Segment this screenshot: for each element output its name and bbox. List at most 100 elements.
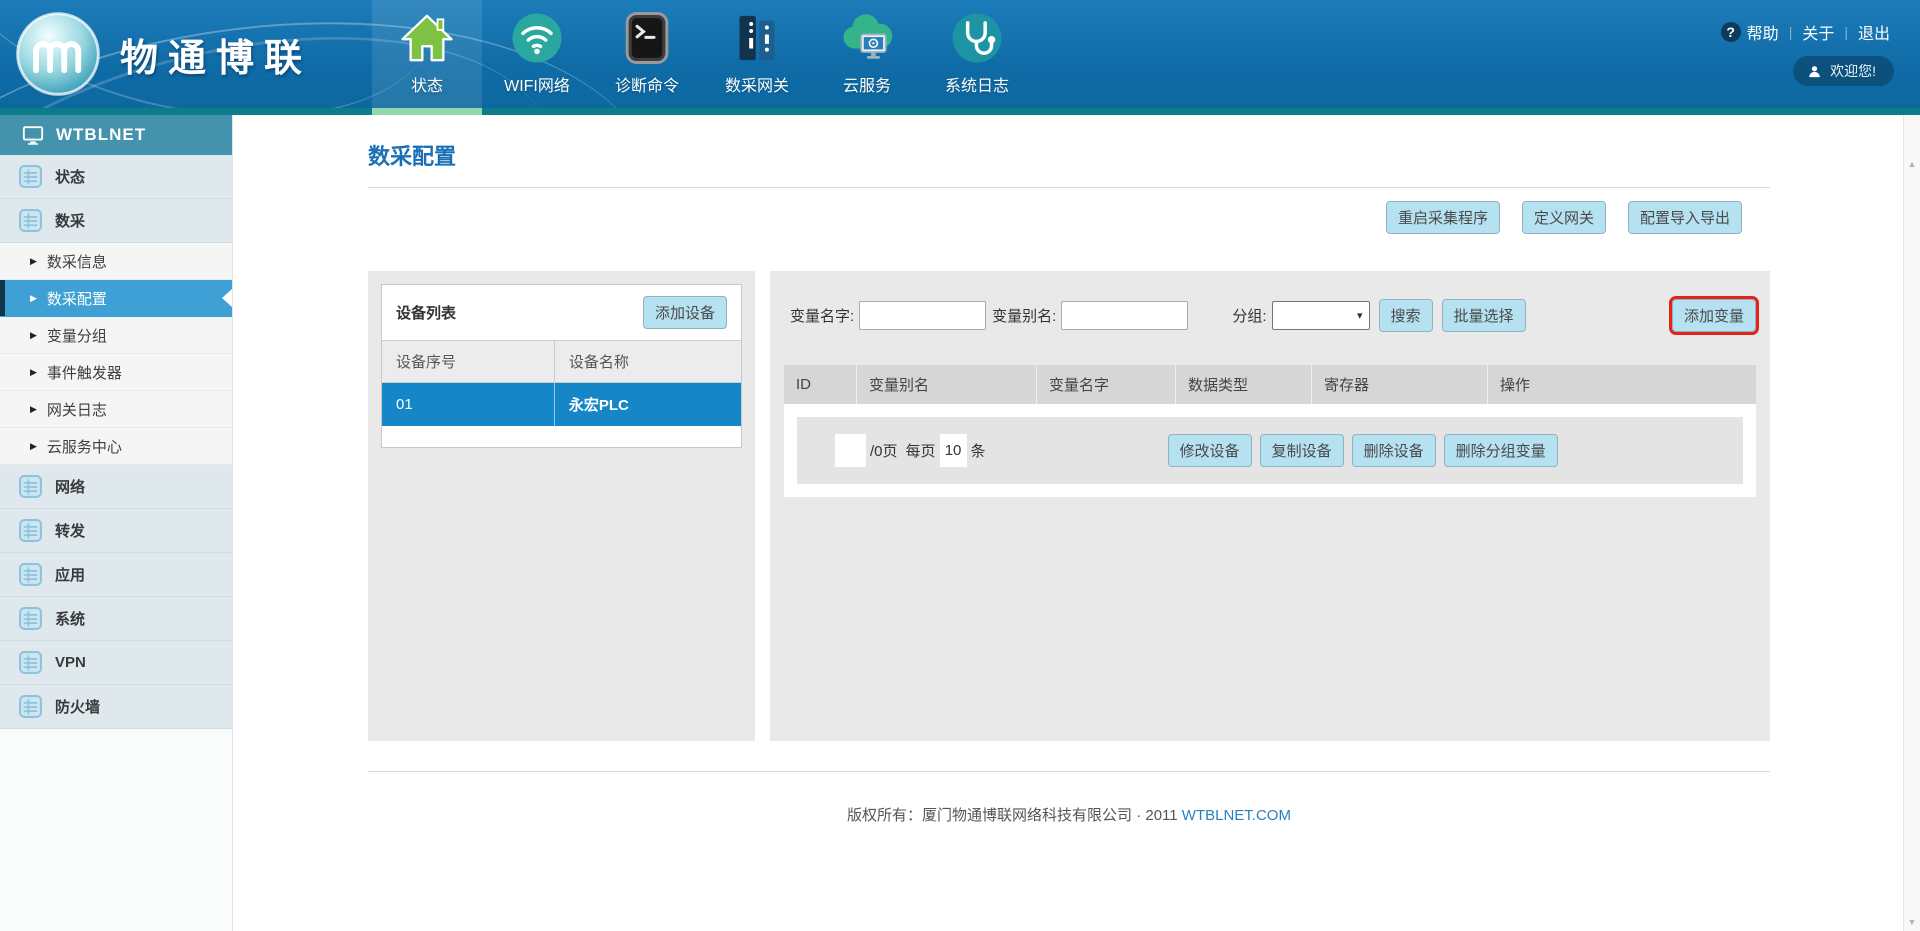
sidebar-item-firewall[interactable]: 防火墙 bbox=[0, 685, 232, 729]
variable-alias-input[interactable] bbox=[1061, 301, 1188, 330]
sidebar-item-label: 网络 bbox=[55, 476, 85, 497]
sidebar-item-cloud-center[interactable]: ▶ 云服务中心 bbox=[0, 428, 232, 465]
sidebar-item-status[interactable]: 状态 bbox=[0, 155, 232, 199]
caret-icon: ▶ bbox=[30, 441, 37, 452]
sidebar-item-label: 数采信息 bbox=[47, 251, 107, 272]
sidebar-item-forwarding[interactable]: 转发 bbox=[0, 509, 232, 553]
sidebar-item-gateway-log[interactable]: ▶ 网关日志 bbox=[0, 391, 232, 428]
sidebar-item-label: 状态 bbox=[55, 166, 85, 187]
logout-link[interactable]: 退出 bbox=[1858, 20, 1890, 44]
toolbar: 重启采集程序 定义网关 配置导入导出 bbox=[368, 201, 1770, 234]
config-import-export-button[interactable]: 配置导入导出 bbox=[1628, 201, 1742, 234]
footer-divider bbox=[368, 771, 1770, 772]
device-name-cell: 永宏PLC bbox=[554, 383, 741, 427]
group-select[interactable]: ▾ bbox=[1272, 301, 1370, 330]
footer: 版权所有：厦门物通博联网络科技有限公司 · 2011 WTBLNET.COM bbox=[368, 804, 1770, 825]
nav-label: 数采网关 bbox=[725, 72, 789, 96]
delete-device-button[interactable]: 删除设备 bbox=[1352, 434, 1436, 467]
cloud-icon bbox=[839, 10, 895, 66]
copyright-text: 版权所有：厦门物通博联网络科技有限公司 · 2011 bbox=[847, 807, 1178, 824]
delete-group-variables-button[interactable]: 删除分组变量 bbox=[1444, 434, 1558, 467]
copy-device-button[interactable]: 复制设备 bbox=[1260, 434, 1344, 467]
about-link[interactable]: 关于 bbox=[1802, 20, 1834, 44]
col-datatype: 数据类型 bbox=[1175, 365, 1311, 404]
add-device-button[interactable]: 添加设备 bbox=[643, 296, 727, 329]
welcome-text: 欢迎您! bbox=[1830, 61, 1876, 81]
link-separator: | bbox=[1789, 24, 1793, 40]
sidebar-item-system[interactable]: 系统 bbox=[0, 597, 232, 641]
gateway-icon bbox=[729, 10, 785, 66]
question-icon: ? bbox=[1721, 22, 1741, 42]
divider bbox=[368, 187, 1770, 188]
logo-mark-icon bbox=[14, 10, 102, 98]
page-number-input[interactable] bbox=[835, 434, 866, 467]
brand-name: 物通博联 bbox=[120, 27, 312, 82]
device-table-row[interactable]: 01 永宏PLC bbox=[382, 383, 741, 427]
terminal-icon bbox=[619, 10, 675, 66]
wtblnet-link[interactable]: WTBLNET.COM bbox=[1182, 807, 1291, 824]
sidebar-item-application[interactable]: 应用 bbox=[0, 553, 232, 597]
sidebar-item-data-info[interactable]: ▶ 数采信息 bbox=[0, 243, 232, 280]
sidebar-item-label: 应用 bbox=[55, 564, 85, 585]
grid-icon bbox=[18, 518, 43, 543]
variables-table-body: /0页 每页 条 修改设备 复制设备 删除设备 删除分组变量 bbox=[784, 404, 1756, 497]
nav-item-status[interactable]: 状态 bbox=[372, 0, 482, 108]
sidebar-item-label: 数采配置 bbox=[47, 288, 107, 309]
help-link[interactable]: 帮助 bbox=[1747, 20, 1779, 44]
sidebar-item-variable-groups[interactable]: ▶ 变量分组 bbox=[0, 317, 232, 354]
search-button[interactable]: 搜索 bbox=[1379, 299, 1433, 332]
sidebar-title: WTBLNET bbox=[0, 115, 232, 155]
filter-bar: 变量名字: 变量别名: 分组: ▾ 搜索 批量选择 添加变量 bbox=[784, 299, 1756, 332]
vertical-scrollbar[interactable]: ▲ ▼ bbox=[1903, 115, 1920, 931]
sidebar-item-label: 网关日志 bbox=[47, 399, 107, 420]
app-header: 物通博联 状态 WIFI网络 bbox=[0, 0, 1920, 115]
caret-icon: ▶ bbox=[30, 256, 37, 267]
nav-item-diagnostic-command[interactable]: 诊断命令 bbox=[592, 0, 702, 108]
restart-collector-button[interactable]: 重启采集程序 bbox=[1386, 201, 1500, 234]
sidebar-item-label: 事件触发器 bbox=[47, 362, 122, 383]
grid-icon bbox=[18, 606, 43, 631]
grid-icon bbox=[18, 562, 43, 587]
page-title: 数采配置 bbox=[368, 139, 1770, 171]
nav-item-wifi-network[interactable]: WIFI网络 bbox=[482, 0, 592, 108]
device-table: 设备序号 设备名称 01 永宏PLC bbox=[382, 340, 741, 426]
nav-label: 系统日志 bbox=[945, 72, 1009, 96]
sidebar-item-event-trigger[interactable]: ▶ 事件触发器 bbox=[0, 354, 232, 391]
nav-item-cloud-service[interactable]: 云服务 bbox=[812, 0, 922, 108]
scroll-down-arrow[interactable]: ▼ bbox=[1904, 917, 1920, 927]
modify-device-button[interactable]: 修改设备 bbox=[1168, 434, 1252, 467]
caret-icon: ▶ bbox=[30, 404, 37, 415]
nav-item-data-gateway[interactable]: 数采网关 bbox=[702, 0, 812, 108]
top-nav: 状态 WIFI网络 诊断命令 bbox=[372, 0, 1032, 108]
nav-label: 云服务 bbox=[843, 72, 891, 96]
content-panels: 设备列表 添加设备 设备序号 设备名称 01 永宏PLC bbox=[368, 271, 1770, 741]
wifi-icon bbox=[509, 10, 565, 66]
sidebar-item-data-config[interactable]: ▶ 数采配置 bbox=[0, 280, 232, 317]
col-name: 变量名字 bbox=[1036, 365, 1175, 404]
unit-label: 条 bbox=[971, 440, 986, 461]
caret-icon: ▶ bbox=[30, 293, 37, 304]
sidebar-item-data-collection[interactable]: 数采 bbox=[0, 199, 232, 243]
sidebar-item-label: 转发 bbox=[55, 520, 85, 541]
sidebar-item-label: 云服务中心 bbox=[47, 436, 122, 457]
main-area: 数采配置 重启采集程序 定义网关 配置导入导出 设备列表 添加设备 设备序号 bbox=[233, 115, 1903, 931]
col-actions: 操作 bbox=[1487, 365, 1756, 404]
variable-alias-label: 变量别名: bbox=[992, 305, 1056, 326]
caret-icon: ▶ bbox=[30, 367, 37, 378]
define-gateway-button[interactable]: 定义网关 bbox=[1522, 201, 1606, 234]
device-no-cell: 01 bbox=[382, 383, 554, 427]
variable-name-input[interactable] bbox=[859, 301, 986, 330]
add-variable-button[interactable]: 添加变量 bbox=[1672, 299, 1756, 332]
grid-icon bbox=[18, 650, 43, 675]
link-separator: | bbox=[1844, 24, 1848, 40]
device-no-header: 设备序号 bbox=[382, 341, 554, 383]
device-name-header: 设备名称 bbox=[554, 341, 741, 383]
pagination-action-bar: /0页 每页 条 修改设备 复制设备 删除设备 删除分组变量 bbox=[797, 417, 1743, 484]
batch-select-button[interactable]: 批量选择 bbox=[1442, 299, 1526, 332]
scroll-up-arrow[interactable]: ▲ bbox=[1904, 159, 1920, 169]
per-page-label: 每页 bbox=[906, 440, 936, 461]
sidebar-item-vpn[interactable]: VPN bbox=[0, 641, 232, 685]
nav-item-system-log[interactable]: 系统日志 bbox=[922, 0, 1032, 108]
per-page-input[interactable] bbox=[940, 434, 967, 467]
sidebar-item-network[interactable]: 网络 bbox=[0, 465, 232, 509]
